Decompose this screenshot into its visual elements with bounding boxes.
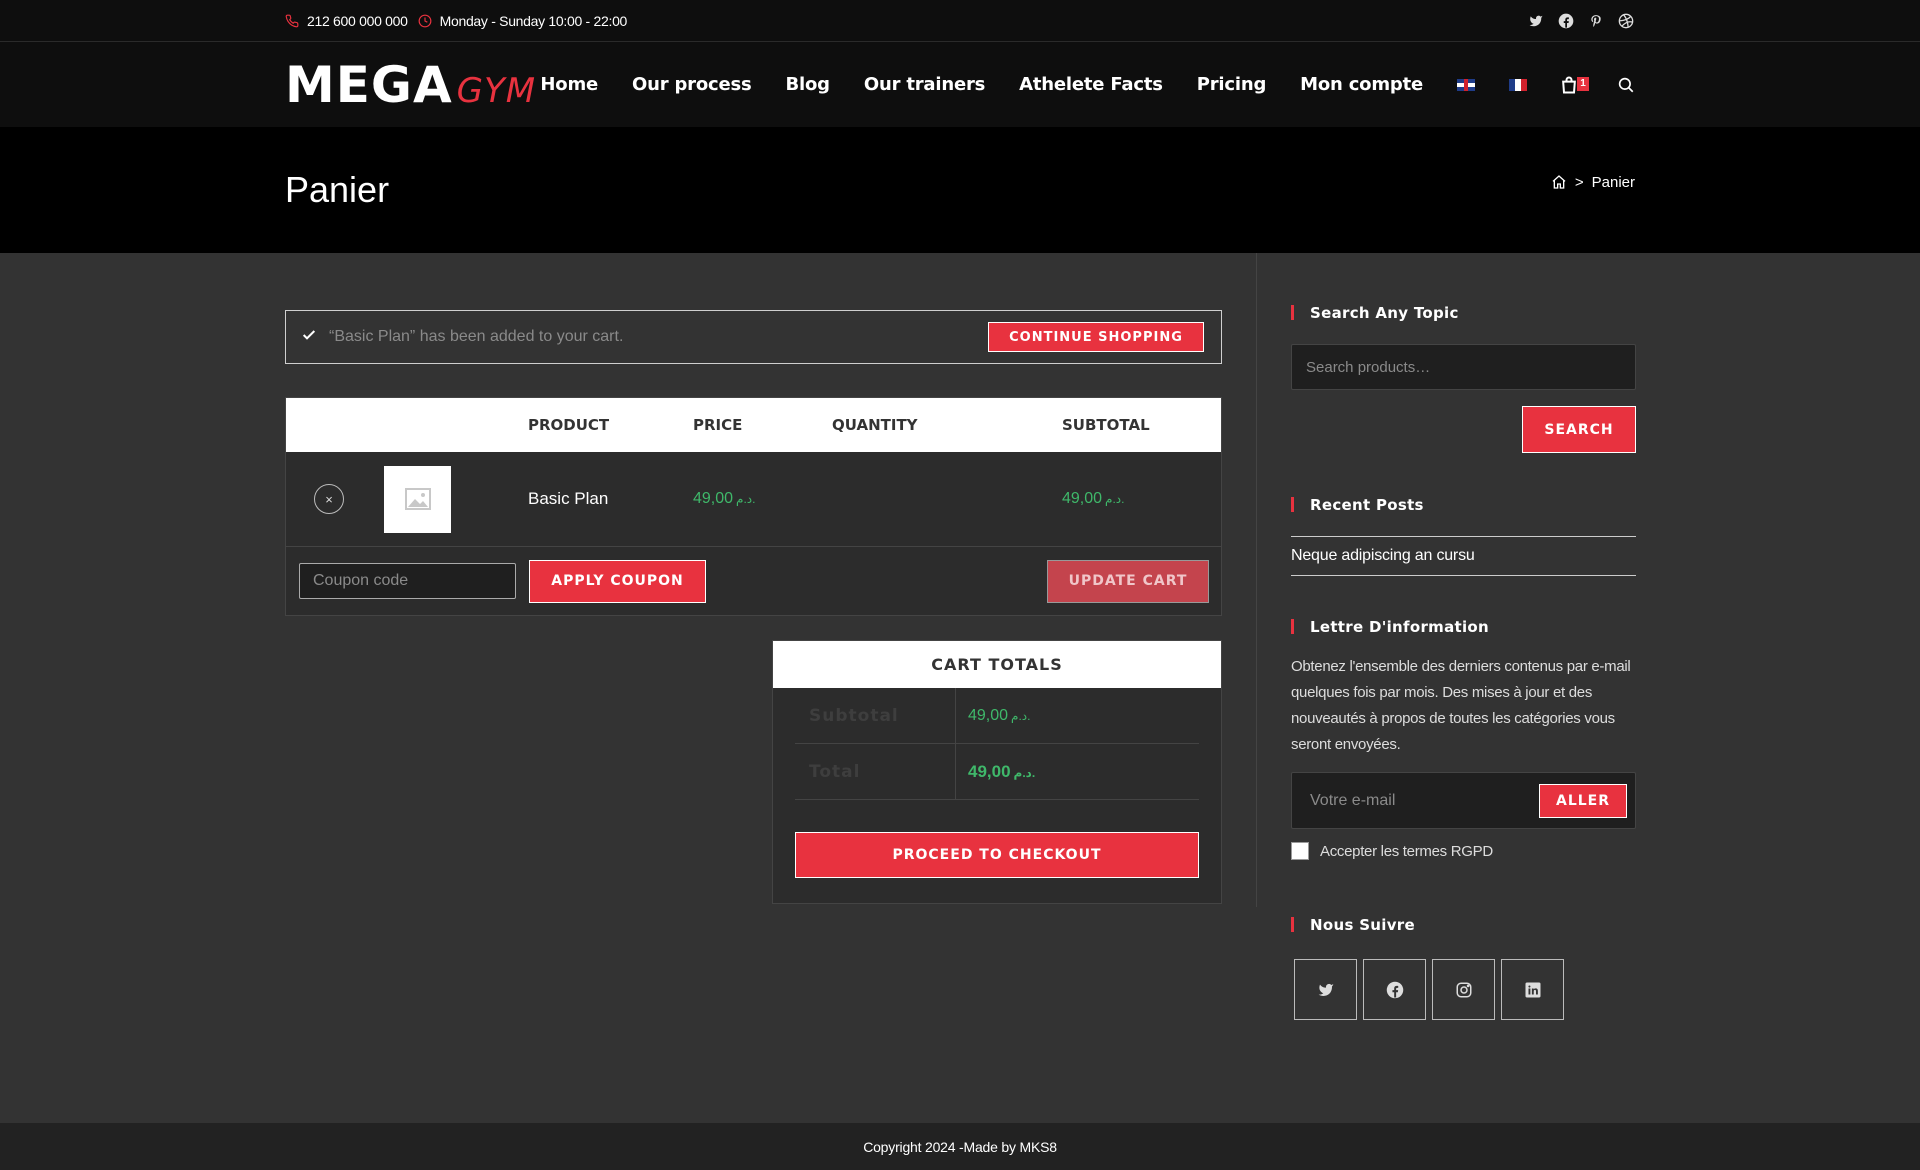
header-quantity: Quantity	[832, 416, 918, 434]
nav-mon-compte[interactable]: Mon compte	[1300, 74, 1423, 95]
newsletter-title: Lettre D'information	[1291, 618, 1636, 636]
newsletter-form: Aller	[1291, 772, 1636, 829]
cart-totals-title: Cart totals	[773, 641, 1221, 688]
remove-item-button[interactable]: ×	[314, 484, 344, 514]
top-social-links	[1527, 12, 1635, 30]
total-amount: 49,00 د.م.	[955, 762, 1035, 782]
currency-symbol: د.م.	[736, 492, 756, 506]
opening-hours: Monday - Sunday 10:00 - 22:00	[439, 13, 628, 29]
twitter-icon[interactable]	[1294, 959, 1357, 1020]
follow-us-title: Nous Suivre	[1291, 916, 1636, 934]
header-price: Price	[693, 416, 743, 434]
nav-athlete-facts[interactable]: Athelete Facts	[1019, 74, 1163, 95]
product-search-input[interactable]	[1291, 344, 1636, 390]
subtotal-row: Subtotal 49,00 د.م.	[795, 688, 1199, 744]
pinterest-icon[interactable]	[1587, 12, 1605, 30]
top-bar: 212 600 000 000 Monday - Sunday 10:00 - …	[0, 0, 1920, 42]
nav-our-process[interactable]: Our process	[632, 74, 752, 95]
total-row: Total 49,00 د.م.	[795, 744, 1199, 800]
instagram-icon[interactable]	[1432, 959, 1495, 1020]
product-name[interactable]: Basic Plan	[528, 489, 608, 509]
product-thumbnail[interactable]	[384, 465, 451, 533]
logo-sub-text: GYM	[456, 70, 537, 111]
facebook-icon[interactable]	[1557, 12, 1575, 30]
product-subtotal-value: 49,00	[1062, 490, 1103, 507]
phone-number: 212 600 000 000	[307, 13, 408, 29]
french-flag-icon[interactable]	[1509, 78, 1527, 91]
recent-post-link[interactable]: Neque adipiscing an cursu	[1291, 547, 1475, 564]
clock-icon	[418, 14, 432, 28]
header-product: Product	[528, 416, 610, 434]
cart-table-header: Product Price Quantity Subtotal	[286, 398, 1221, 452]
breadcrumb: > Panier	[1551, 174, 1635, 191]
nav-our-trainers[interactable]: Our trainers	[864, 74, 985, 95]
sidebar: Search Any Topic Search Recent Posts Neq…	[1256, 253, 1636, 1020]
cart-totals: Cart totals Subtotal 49,00 د.م. Total 49,…	[772, 640, 1222, 904]
home-icon[interactable]	[1551, 174, 1567, 190]
newsletter-description: Obtenez l'ensemble des derniers contenus…	[1291, 658, 1631, 753]
nav-pricing[interactable]: Pricing	[1197, 74, 1267, 95]
recent-posts-list: Neque adipiscing an cursu	[1291, 536, 1636, 576]
subtotal-value: 49,00	[968, 706, 1009, 724]
apply-coupon-button[interactable]: Apply coupon	[529, 559, 706, 603]
phone-icon	[285, 14, 299, 28]
gdpr-checkbox[interactable]	[1291, 842, 1309, 860]
cart-item-row: × Basic Plan 49,00 د.م. 49,00 د.م.	[286, 452, 1221, 547]
search-icon[interactable]	[1617, 76, 1635, 94]
total-label: Total	[809, 761, 861, 782]
cart-content: “Basic Plan” has been added to your cart…	[285, 310, 1222, 904]
product-subtotal: 49,00 د.م.	[1062, 490, 1125, 508]
english-flag-icon[interactable]	[1457, 78, 1475, 91]
site-header: MEGA GYM Home Our process Blog Our train…	[0, 42, 1920, 127]
header-subtotal: Subtotal	[1062, 416, 1150, 434]
currency-symbol: د.م.	[1105, 492, 1125, 506]
twitter-icon[interactable]	[1527, 12, 1545, 30]
copyright-text: Copyright 2024 -Made by MKS8	[863, 1138, 1057, 1155]
contact-info: 212 600 000 000 Monday - Sunday 10:00 - …	[285, 13, 627, 29]
logo-main-text: MEGA	[285, 55, 453, 114]
subtotal-amount: 49,00 د.م.	[955, 707, 1031, 725]
product-price-value: 49,00	[693, 490, 734, 507]
linkedin-icon[interactable]	[1501, 959, 1564, 1020]
cart-notice: “Basic Plan” has been added to your cart…	[285, 310, 1222, 364]
image-placeholder-icon	[404, 488, 431, 510]
cart-table: Product Price Quantity Subtotal × Basic …	[285, 397, 1222, 616]
notice-message: “Basic Plan” has been added to your cart…	[329, 328, 624, 345]
subtotal-label: Subtotal	[809, 705, 899, 726]
cart-actions: Apply coupon Update cart	[286, 547, 1221, 615]
shopping-bag-icon	[1562, 76, 1576, 93]
proceed-to-checkout-button[interactable]: Proceed to checkout	[795, 832, 1199, 878]
dribbble-icon[interactable]	[1617, 12, 1635, 30]
cart-button[interactable]: 1	[1559, 75, 1589, 95]
facebook-icon[interactable]	[1363, 959, 1426, 1020]
page-title: Panier	[285, 169, 390, 210]
breadcrumb-separator: >	[1574, 173, 1584, 191]
currency-symbol: د.م.	[1013, 765, 1036, 780]
newsletter-email-input[interactable]	[1310, 791, 1510, 810]
site-logo[interactable]: MEGA GYM	[285, 56, 536, 114]
update-cart-button[interactable]: Update cart	[1047, 559, 1209, 603]
search-widget-title: Search Any Topic	[1291, 304, 1636, 322]
breadcrumb-current: Panier	[1591, 173, 1635, 191]
continue-shopping-button[interactable]: Continue shopping	[988, 322, 1204, 352]
newsletter-submit-button[interactable]: Aller	[1539, 783, 1627, 818]
site-footer: Copyright 2024 -Made by MKS8	[0, 1123, 1920, 1170]
checkmark-icon	[301, 327, 317, 348]
recent-posts-title: Recent Posts	[1291, 496, 1636, 514]
page-header: Panier > Panier	[0, 127, 1920, 253]
gdpr-label: Accepter les termes RGPD	[1320, 842, 1493, 860]
cart-count-badge: 1	[1577, 76, 1589, 91]
nav-home[interactable]: Home	[540, 74, 598, 95]
nav-blog[interactable]: Blog	[786, 74, 831, 95]
search-button[interactable]: Search	[1522, 406, 1636, 453]
total-value: 49,00	[968, 761, 1011, 781]
currency-symbol: د.م.	[1011, 708, 1031, 723]
main-nav: Home Our process Blog Our trainers Athel…	[540, 74, 1635, 95]
product-price: 49,00 د.م.	[693, 490, 756, 508]
gdpr-consent: Accepter les termes RGPD	[1291, 842, 1636, 860]
coupon-code-input[interactable]	[299, 563, 516, 599]
follow-social-links	[1291, 959, 1636, 1020]
